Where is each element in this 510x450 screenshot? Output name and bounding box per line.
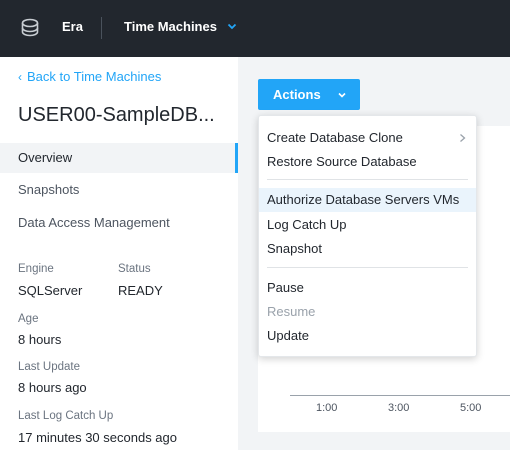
chevron-left-icon: ‹	[18, 70, 22, 84]
menu-item-label: Create Database Clone	[267, 130, 403, 145]
menu-item-resume: Resume	[267, 304, 316, 319]
timeline-axis	[290, 395, 510, 396]
actions-button-label: Actions	[273, 87, 321, 102]
age-label: Age	[18, 313, 39, 325]
top-bar: Era Time Machines	[0, 0, 510, 57]
timeline-tick: 1:00	[316, 402, 338, 414]
status-value: READY	[118, 283, 163, 298]
timeline-tick: 5:00	[460, 402, 482, 414]
menu-item-create-database-clone[interactable]: Create Database Clone	[259, 126, 476, 150]
nav-data-access-management[interactable]: Data Access Management	[0, 208, 238, 238]
menu-item-authorize-database-servers-vms[interactable]: Authorize Database Servers VMs	[259, 188, 476, 212]
menu-item-pause[interactable]: Pause	[259, 276, 476, 300]
nav-overview[interactable]: Overview	[0, 143, 238, 173]
last-log-catch-up-label: Last Log Catch Up	[18, 410, 114, 422]
last-log-catch-up-value: 17 minutes 30 seconds ago	[18, 430, 177, 445]
chevron-down-icon[interactable]	[226, 20, 238, 32]
engine-label: Engine	[18, 263, 54, 275]
menu-separator	[267, 267, 468, 268]
page-title: USER00-SampleDB...	[18, 104, 215, 126]
engine-value: SQLServer	[18, 283, 83, 298]
header-divider	[101, 17, 102, 39]
back-link-label: Back to Time Machines	[27, 69, 162, 84]
menu-separator	[267, 179, 468, 180]
status-label: Status	[118, 263, 151, 275]
menu-item-restore-source-database[interactable]: Restore Source Database	[259, 150, 476, 174]
last-update-value: 8 hours ago	[18, 380, 87, 395]
app-name[interactable]: Era	[62, 19, 83, 34]
menu-item-snapshot[interactable]: Snapshot	[259, 237, 476, 261]
menu-item-update[interactable]: Update	[259, 324, 476, 348]
left-panel: ‹ Back to Time Machines USER00-SampleDB..…	[0, 57, 238, 450]
age-value: 8 hours	[18, 332, 62, 347]
back-to-time-machines-link[interactable]: ‹ Back to Time Machines	[18, 69, 161, 84]
menu-item-log-catch-up[interactable]: Log Catch Up	[259, 213, 476, 237]
nav-snapshots[interactable]: Snapshots	[0, 175, 238, 205]
chevron-right-icon	[460, 134, 466, 142]
last-update-label: Last Update	[18, 361, 81, 373]
timeline-tick: 3:00	[388, 402, 410, 414]
actions-menu: Create Database Clone Restore Source Dat…	[258, 115, 477, 357]
chevron-down-icon	[338, 92, 346, 98]
era-logo-icon[interactable]	[21, 18, 39, 38]
section-switcher[interactable]: Time Machines	[124, 19, 217, 34]
actions-button[interactable]: Actions	[258, 79, 360, 110]
